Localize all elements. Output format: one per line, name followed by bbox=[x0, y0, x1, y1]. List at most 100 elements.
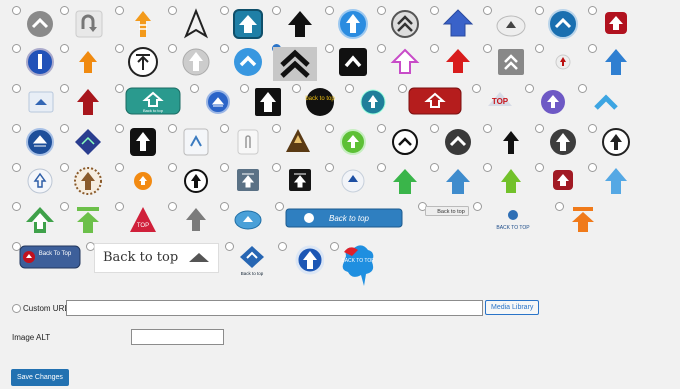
icon-radio[interactable] bbox=[345, 84, 354, 93]
icon-radio[interactable] bbox=[220, 6, 229, 15]
icon-option[interactable] bbox=[60, 6, 110, 40]
icon-option[interactable] bbox=[12, 163, 62, 197]
icon-radio[interactable] bbox=[12, 202, 21, 211]
icon-option[interactable] bbox=[345, 84, 395, 118]
icon-radio[interactable] bbox=[60, 202, 69, 211]
icon-option[interactable]: Back To Top bbox=[12, 242, 82, 276]
icon-option[interactable] bbox=[578, 84, 628, 118]
icon-option[interactable] bbox=[588, 124, 638, 158]
icon-radio[interactable] bbox=[483, 44, 492, 53]
icon-radio[interactable] bbox=[60, 163, 69, 172]
icon-option[interactable]: Back to top bbox=[418, 202, 469, 236]
icon-option[interactable] bbox=[535, 124, 585, 158]
icon-radio[interactable] bbox=[190, 84, 199, 93]
icon-radio[interactable] bbox=[220, 163, 229, 172]
icon-option[interactable] bbox=[168, 163, 218, 197]
icon-option[interactable] bbox=[483, 44, 533, 78]
icon-radio[interactable] bbox=[535, 6, 544, 15]
icon-radio[interactable] bbox=[535, 163, 544, 172]
icon-option[interactable] bbox=[60, 84, 110, 118]
icon-option[interactable] bbox=[60, 124, 110, 158]
icon-option[interactable] bbox=[220, 6, 270, 40]
icon-radio[interactable] bbox=[483, 124, 492, 133]
icon-option[interactable] bbox=[272, 44, 322, 81]
icon-option[interactable] bbox=[12, 84, 62, 118]
icon-radio[interactable] bbox=[60, 6, 69, 15]
icon-option[interactable] bbox=[483, 163, 533, 197]
icon-radio[interactable] bbox=[377, 163, 386, 172]
icon-option[interactable]: Back to top bbox=[225, 242, 275, 276]
icon-option[interactable] bbox=[168, 202, 218, 236]
icon-radio[interactable] bbox=[220, 124, 229, 133]
icon-radio[interactable] bbox=[60, 124, 69, 133]
icon-radio[interactable] bbox=[535, 124, 544, 133]
icon-option[interactable] bbox=[398, 84, 462, 118]
icon-radio[interactable] bbox=[398, 84, 407, 93]
icon-radio[interactable] bbox=[535, 44, 544, 53]
icon-option[interactable] bbox=[377, 6, 427, 40]
icon-option[interactable] bbox=[240, 84, 290, 118]
icon-option[interactable] bbox=[325, 44, 375, 78]
icon-radio[interactable] bbox=[168, 44, 177, 53]
icon-option[interactable] bbox=[168, 44, 218, 78]
icon-radio[interactable] bbox=[168, 202, 177, 211]
icon-radio[interactable] bbox=[60, 84, 69, 93]
icon-radio[interactable] bbox=[578, 84, 587, 93]
icon-radio[interactable] bbox=[168, 124, 177, 133]
icon-radio[interactable] bbox=[483, 163, 492, 172]
icon-radio[interactable] bbox=[325, 163, 334, 172]
icon-radio[interactable] bbox=[168, 6, 177, 15]
icon-radio[interactable] bbox=[220, 202, 229, 211]
icon-radio[interactable] bbox=[275, 202, 284, 211]
icon-option[interactable] bbox=[377, 163, 427, 197]
icon-radio[interactable] bbox=[377, 124, 386, 133]
icon-option[interactable] bbox=[588, 6, 638, 40]
icon-option[interactable]: TOP bbox=[472, 84, 522, 118]
custom-url-input[interactable] bbox=[66, 300, 483, 316]
icon-radio[interactable] bbox=[60, 44, 69, 53]
icon-option[interactable] bbox=[325, 124, 375, 158]
icon-radio[interactable] bbox=[472, 84, 481, 93]
icon-radio[interactable] bbox=[168, 163, 177, 172]
icon-option[interactable]: Back to top bbox=[275, 202, 405, 236]
icon-option[interactable] bbox=[115, 124, 165, 158]
icon-option[interactable] bbox=[588, 163, 638, 197]
icon-option[interactable] bbox=[60, 163, 110, 197]
icon-radio[interactable] bbox=[115, 202, 124, 211]
icon-option[interactable] bbox=[220, 163, 270, 197]
icon-option[interactable] bbox=[588, 44, 638, 78]
media-library-button[interactable]: Media Library bbox=[485, 300, 540, 315]
icon-radio[interactable] bbox=[430, 163, 439, 172]
icon-option[interactable]: TOP bbox=[115, 202, 165, 236]
icon-radio[interactable] bbox=[272, 6, 281, 15]
icon-option[interactable] bbox=[535, 6, 585, 40]
icon-option[interactable]: back to top bbox=[292, 84, 342, 118]
icon-option[interactable] bbox=[483, 6, 533, 40]
icon-option[interactable]: BACK TO TOP bbox=[330, 242, 380, 292]
icon-option[interactable] bbox=[220, 44, 270, 78]
icon-option[interactable] bbox=[377, 124, 427, 158]
icon-option[interactable] bbox=[535, 44, 585, 78]
icon-radio[interactable] bbox=[377, 6, 386, 15]
icon-radio[interactable] bbox=[12, 124, 21, 133]
icon-option[interactable] bbox=[272, 6, 322, 40]
icon-option[interactable] bbox=[555, 202, 605, 236]
icon-option[interactable] bbox=[220, 202, 270, 236]
icon-radio[interactable] bbox=[430, 44, 439, 53]
icon-option[interactable] bbox=[12, 6, 62, 40]
icon-radio[interactable] bbox=[430, 124, 439, 133]
icon-radio[interactable] bbox=[278, 242, 287, 251]
icon-option[interactable] bbox=[325, 163, 375, 197]
icon-option[interactable] bbox=[525, 84, 575, 118]
image-alt-input[interactable] bbox=[131, 329, 224, 345]
icon-radio[interactable] bbox=[12, 84, 21, 93]
icon-option[interactable] bbox=[430, 163, 480, 197]
icon-radio[interactable] bbox=[473, 202, 482, 211]
custom-url-radio[interactable] bbox=[12, 304, 21, 313]
icon-option[interactable] bbox=[430, 6, 480, 40]
icon-option[interactable] bbox=[535, 163, 585, 197]
icon-radio[interactable] bbox=[12, 44, 21, 53]
icon-radio[interactable] bbox=[555, 202, 564, 211]
icon-radio[interactable] bbox=[588, 163, 597, 172]
icon-radio[interactable] bbox=[325, 124, 334, 133]
